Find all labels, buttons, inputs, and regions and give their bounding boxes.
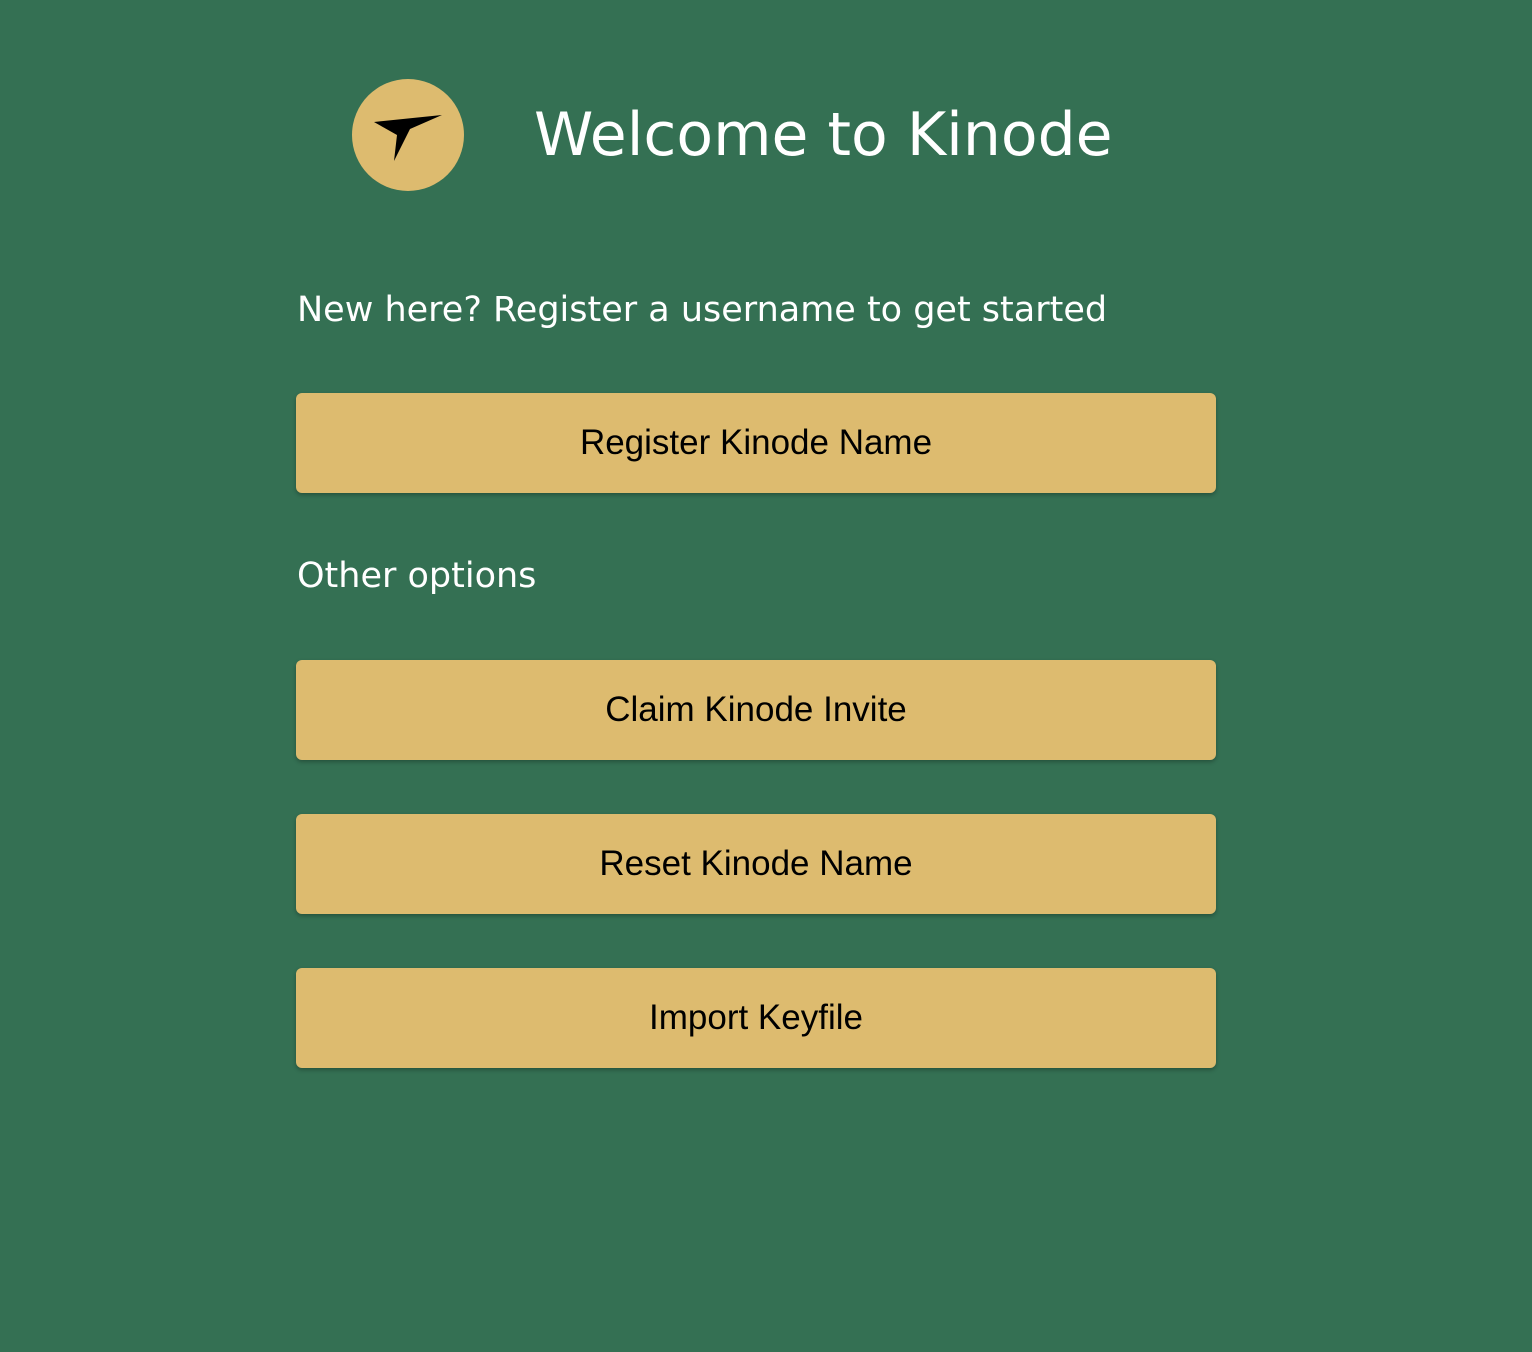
other-options-heading: Other options bbox=[297, 556, 537, 596]
register-kinode-name-button[interactable]: Register Kinode Name bbox=[296, 393, 1216, 493]
welcome-header: Welcome to Kinode bbox=[352, 78, 1113, 192]
page-title: Welcome to Kinode bbox=[534, 100, 1113, 170]
kinode-logo-icon bbox=[352, 79, 464, 191]
import-keyfile-button[interactable]: Import Keyfile bbox=[296, 968, 1216, 1068]
reset-kinode-name-button[interactable]: Reset Kinode Name bbox=[296, 814, 1216, 914]
claim-kinode-invite-button[interactable]: Claim Kinode Invite bbox=[296, 660, 1216, 760]
intro-text: New here? Register a username to get sta… bbox=[297, 290, 1108, 330]
